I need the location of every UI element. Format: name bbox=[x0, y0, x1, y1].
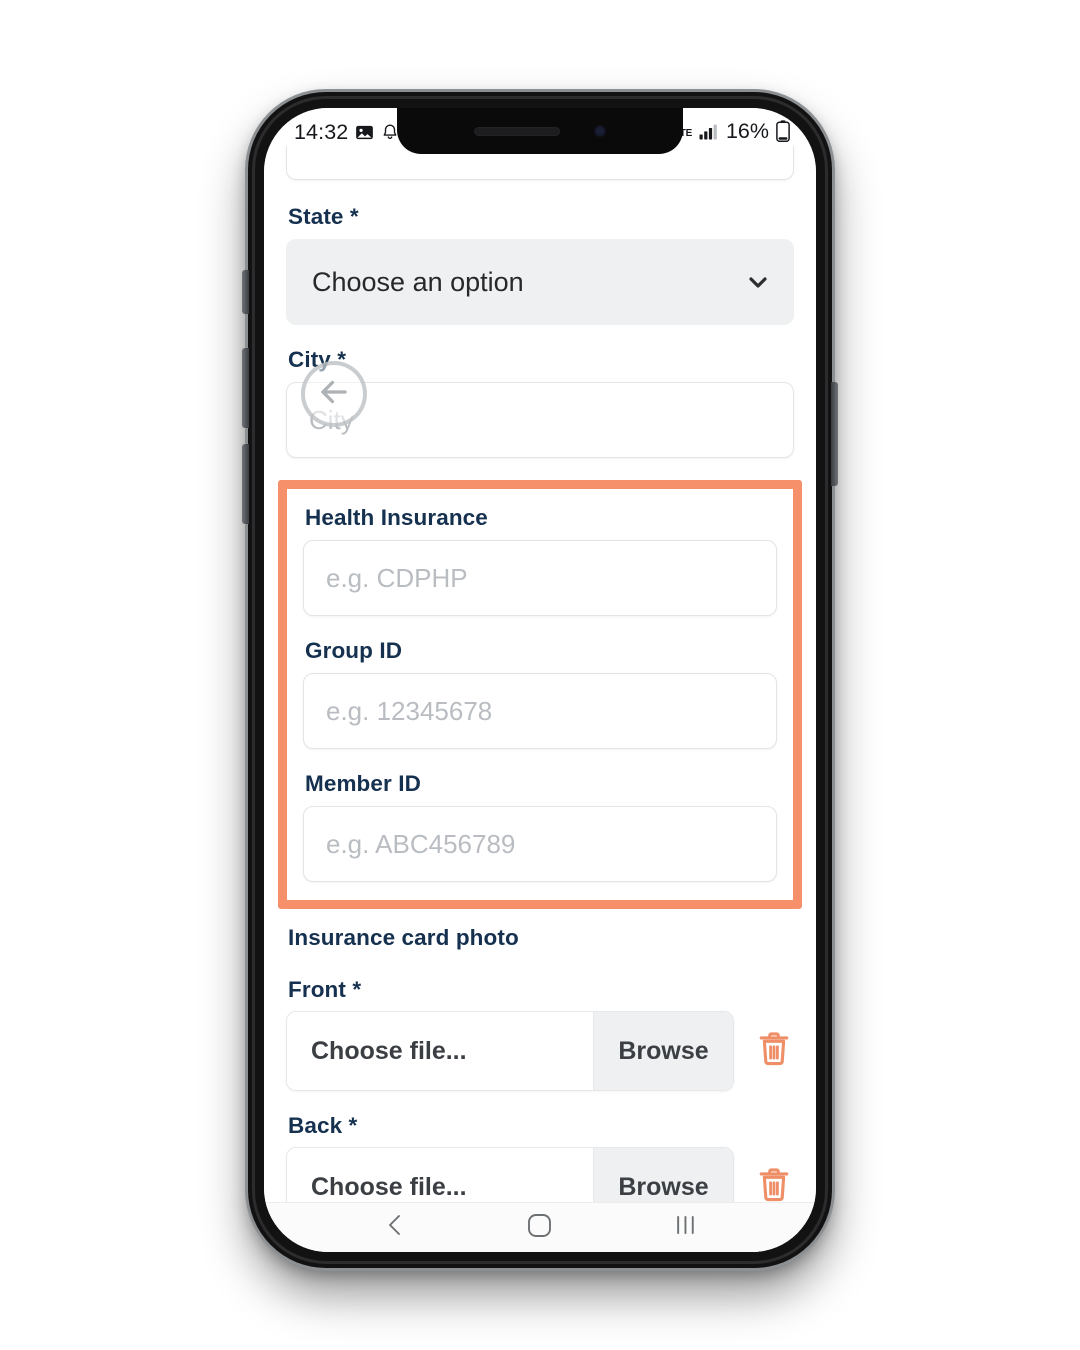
front-browse-button[interactable]: Browse bbox=[593, 1012, 733, 1090]
trash-icon bbox=[757, 1166, 791, 1203]
health-insurance-placeholder: e.g. CDPHP bbox=[326, 562, 468, 593]
arrow-left-icon bbox=[315, 373, 353, 416]
front-camera-icon bbox=[594, 125, 606, 137]
back-delete-button[interactable] bbox=[754, 1165, 794, 1202]
front-label: Front * bbox=[288, 977, 362, 1002]
member-id-placeholder: e.g. ABC456789 bbox=[326, 828, 516, 859]
display-notch bbox=[397, 108, 683, 154]
front-delete-button[interactable] bbox=[754, 1029, 794, 1073]
insurance-details-highlight: Health Insurance e.g. CDPHP Group ID e.g… bbox=[278, 480, 802, 909]
front-file-name[interactable]: Choose file... bbox=[287, 1012, 593, 1090]
member-id-field-group: Member ID e.g. ABC456789 bbox=[303, 771, 777, 882]
group-id-field-group: Group ID e.g. 12345678 bbox=[303, 638, 777, 749]
state-field-group: State * Choose an option bbox=[286, 204, 794, 325]
status-bar-right: LTE 16% bbox=[675, 119, 790, 144]
city-label: City * bbox=[288, 347, 347, 372]
group-id-label: Group ID bbox=[305, 638, 403, 663]
back-upload-row: Choose file... Browse bbox=[286, 1147, 794, 1202]
health-insurance-field-group: Health Insurance e.g. CDPHP bbox=[303, 505, 777, 616]
back-file-name[interactable]: Choose file... bbox=[287, 1148, 593, 1202]
back-file-control[interactable]: Choose file... Browse bbox=[286, 1147, 734, 1202]
phone-screen: State * Choose an option City * Health I… bbox=[264, 108, 816, 1252]
insurance-card-photo-section: Insurance card photo Front * Choose file… bbox=[286, 925, 794, 1202]
volume-up-button[interactable] bbox=[242, 348, 249, 428]
health-insurance-label: Health Insurance bbox=[305, 505, 488, 530]
group-id-input[interactable]: e.g. 12345678 bbox=[303, 673, 777, 749]
back-chevron-icon bbox=[384, 1212, 406, 1243]
volume-down-button[interactable] bbox=[242, 444, 249, 524]
insurance-card-photo-label: Insurance card photo bbox=[288, 925, 519, 950]
member-id-input[interactable]: e.g. ABC456789 bbox=[303, 806, 777, 882]
member-id-label: Member ID bbox=[305, 771, 421, 796]
form-scroll-area[interactable]: State * Choose an option City * Health I… bbox=[264, 108, 816, 1202]
form-page: State * Choose an option City * Health I… bbox=[264, 108, 816, 1252]
health-insurance-input[interactable]: e.g. CDPHP bbox=[303, 540, 777, 616]
phone-device-frame: State * Choose an option City * Health I… bbox=[242, 92, 838, 1268]
state-label: State * bbox=[288, 204, 359, 229]
earpiece-speaker bbox=[474, 126, 560, 136]
battery-icon bbox=[776, 120, 790, 142]
front-file-control[interactable]: Choose file... Browse bbox=[286, 1011, 734, 1091]
back-upload-group: Back * Choose file... Browse bbox=[286, 1113, 794, 1202]
status-bar-left: 14:32 bbox=[294, 118, 399, 145]
power-button[interactable] bbox=[831, 382, 838, 486]
nav-back-button[interactable] bbox=[365, 1208, 425, 1248]
front-upload-row: Choose file... Browse bbox=[286, 1011, 794, 1091]
chevron-down-icon bbox=[746, 270, 770, 294]
home-circle-icon bbox=[527, 1213, 552, 1243]
group-id-placeholder: e.g. 12345678 bbox=[326, 695, 493, 726]
floating-back-button[interactable] bbox=[301, 361, 367, 427]
nav-recents-button[interactable] bbox=[655, 1208, 715, 1248]
state-selected-value: Choose an option bbox=[312, 266, 524, 297]
back-label: Back * bbox=[288, 1113, 358, 1138]
trash-icon bbox=[757, 1030, 791, 1073]
nav-home-button[interactable] bbox=[510, 1208, 570, 1248]
back-browse-button[interactable]: Browse bbox=[593, 1148, 733, 1202]
android-navigation-bar bbox=[264, 1202, 816, 1252]
signal-bars-icon bbox=[699, 123, 719, 140]
status-time: 14:32 bbox=[294, 119, 349, 144]
battery-percent-label: 16% bbox=[725, 118, 769, 143]
mute-switch-button[interactable] bbox=[242, 270, 249, 314]
state-select[interactable]: Choose an option bbox=[286, 239, 794, 325]
recents-icon bbox=[674, 1214, 697, 1241]
image-icon bbox=[355, 123, 374, 142]
front-upload-group: Front * Choose file... Browse bbox=[286, 977, 794, 1091]
